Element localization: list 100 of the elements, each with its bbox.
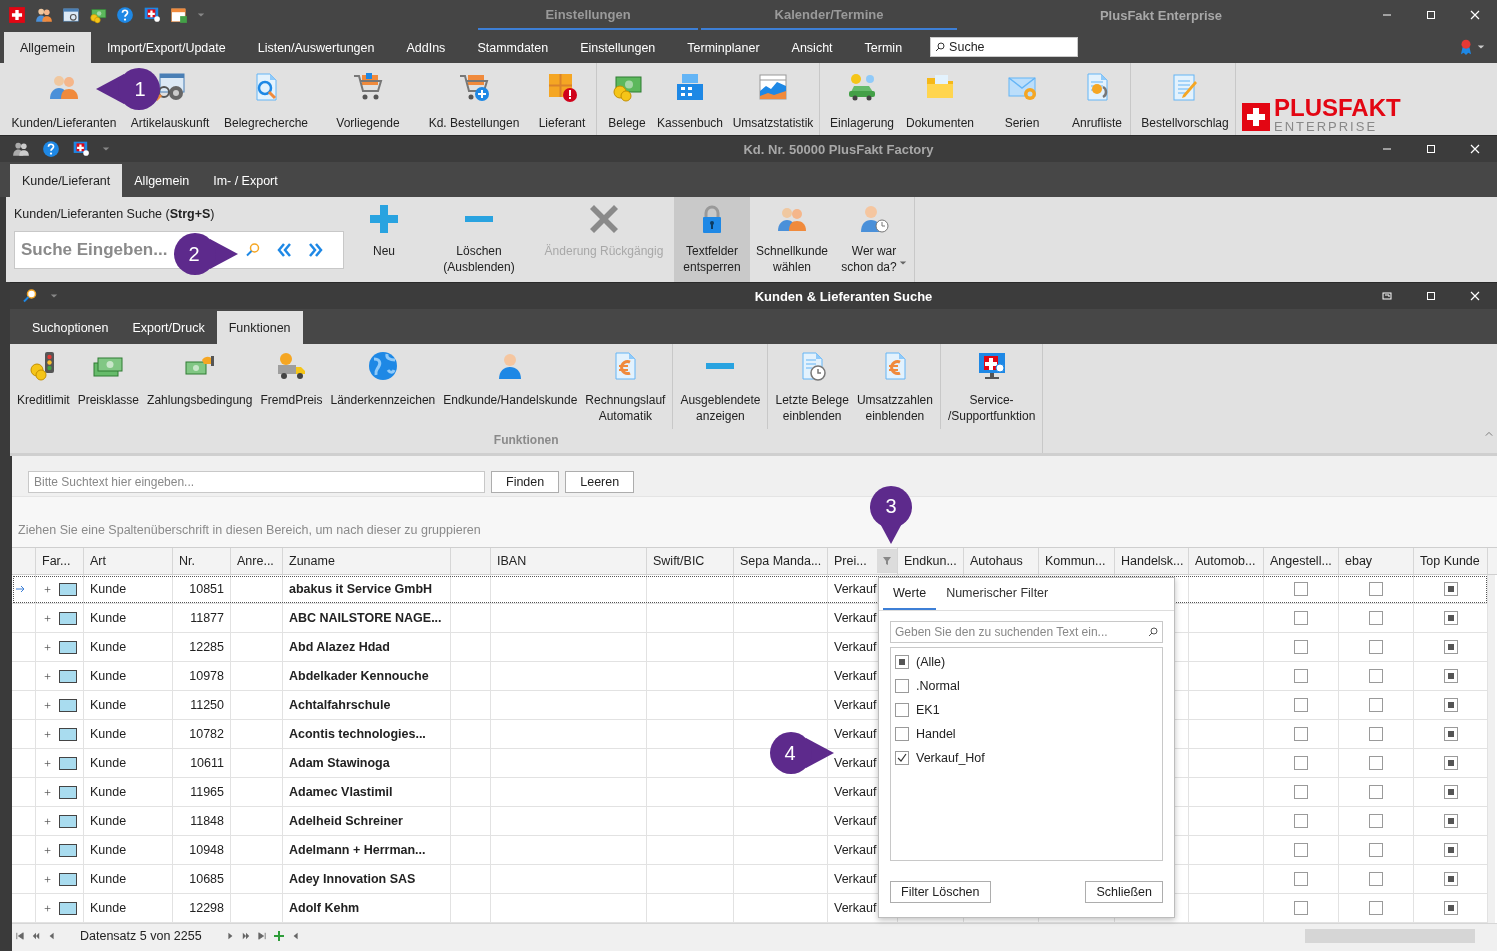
ribbon-button[interactable]: Service- /Supportfunktion [943,344,1040,429]
checkbox[interactable] [1369,669,1383,683]
column-header[interactable]: Autohaus [964,548,1039,574]
ribbon-button[interactable]: Umsatzstatistik [727,63,819,135]
ribbon-button[interactable]: Serien [980,63,1064,135]
ribbon-button[interactable]: Schnellkunde wählen [750,197,834,282]
tab[interactable]: Export/Druck [120,311,217,344]
ribbon-button[interactable]: Kreditlimit [13,344,74,429]
checkbox[interactable] [1443,698,1458,712]
ribbon-button[interactable]: Wer war schon da? [834,197,914,282]
tab[interactable]: Werte [883,578,937,610]
checkbox[interactable] [895,703,909,717]
checkbox[interactable] [1294,901,1308,915]
tab[interactable]: Listen/Auswertungen [241,32,391,63]
column-header[interactable]: Nr. [173,548,231,574]
checkbox[interactable] [1294,640,1308,654]
checkbox[interactable] [1294,843,1308,857]
button[interactable]: Filter Löschen [890,881,991,903]
tab[interactable]: Suchoptionen [20,311,121,344]
checkbox[interactable] [1369,843,1383,857]
checkbox[interactable] [1443,872,1458,886]
checkbox[interactable] [895,655,909,669]
column-header[interactable]: ebay [1339,548,1414,574]
checkbox[interactable] [1443,814,1458,828]
checkbox[interactable] [1369,756,1383,770]
checkbox[interactable] [1443,785,1458,799]
tab[interactable]: Termin [848,32,919,63]
ribbon-button[interactable]: Neu [344,197,424,282]
ribbon-button[interactable]: Preisklasse [73,344,144,429]
ribbon-button[interactable]: Zahlungsbedingung [143,344,257,429]
ribbon-button[interactable]: Lieferant [528,63,596,135]
ribbon-button[interactable]: Bestellvorschlag [1135,63,1235,135]
ribbon-button[interactable]: Belegrecherche [216,63,316,135]
checkbox[interactable] [1443,756,1458,770]
search-field[interactable]: Suche [930,36,1079,57]
ribbon-button[interactable]: Vorliegende [316,63,420,135]
ribbon-button[interactable]: Endkunde/Handelskunde [439,344,582,429]
checkbox[interactable] [1294,756,1308,770]
tab[interactable]: Import/Export/Update [90,32,242,63]
checkbox[interactable] [895,727,909,741]
tab[interactable]: Kunde/Lieferant [10,164,123,197]
checkbox[interactable] [1369,901,1383,915]
checkbox[interactable] [895,679,909,693]
checkbox[interactable] [1369,611,1383,625]
ribbon-button[interactable]: FremdPreis [256,344,327,429]
column-header[interactable]: Anre... [231,548,283,574]
checkbox[interactable] [1369,582,1383,596]
checkbox[interactable] [1443,611,1458,625]
filter-button[interactable] [877,549,897,573]
button[interactable]: Schließen [1085,881,1163,903]
search-field[interactable]: Bitte Suchtext hier eingeben... [28,471,485,493]
column-header[interactable]: Top Kunde [1414,548,1488,574]
checkbox[interactable] [1369,727,1383,741]
checkbox[interactable] [1294,669,1308,683]
checkbox[interactable] [1443,901,1458,915]
ribbon-button[interactable]: Löschen (Ausblenden) [424,197,534,282]
column-header[interactable]: Handelsk... [1115,548,1189,574]
checkbox[interactable] [1294,698,1308,712]
tab[interactable]: Im- / Export [201,164,290,197]
column-header[interactable]: IBAN [491,548,647,574]
checkbox[interactable] [1369,814,1383,828]
tab[interactable]: Terminplaner [671,32,776,63]
checkbox[interactable] [1294,814,1308,828]
ribbon-button[interactable]: Letzte Belege einblenden [771,344,853,429]
checkbox[interactable] [1294,611,1308,625]
ribbon-button[interactable]: Umsatzzahlen einblenden [852,344,937,429]
checkbox[interactable] [1369,640,1383,654]
checkbox[interactable] [1443,727,1458,741]
checkbox[interactable] [1443,640,1458,654]
button[interactable]: Finden [491,471,560,493]
checkbox[interactable] [1369,698,1383,712]
ribbon-button[interactable]: Anrufliste [1064,63,1130,135]
tab[interactable]: Einstellungen [564,32,672,63]
column-header[interactable]: Sepa Manda... [734,548,828,574]
checkbox[interactable] [1443,843,1458,857]
ribbon-button[interactable]: Dokumenten [900,63,980,135]
tab[interactable]: Ansicht [775,32,849,63]
column-header[interactable]: Angestell... [1264,548,1339,574]
ribbon-button[interactable]: Rechnungslauf Automatik [581,344,670,429]
tab[interactable]: Allgemein [4,32,91,63]
column-header[interactable]: Endkun... [898,548,964,574]
search-field[interactable]: Geben Sie den zu suchenden Text ein... [890,621,1163,643]
ribbon-button[interactable]: Einlagerung [824,63,900,135]
tab[interactable]: Stammdaten [461,32,565,63]
ribbon-button[interactable]: Ausgeblendete anzeigen [676,344,765,429]
column-header[interactable]: Swift/BIC [647,548,734,574]
checkbox[interactable] [1294,785,1308,799]
ribbon-button[interactable]: Länderkennzeichen [326,344,440,429]
checkbox[interactable] [1443,582,1458,596]
column-header[interactable]: Kommun... [1039,548,1115,574]
checkbox[interactable] [1294,582,1308,596]
column-header[interactable]: Art [84,548,173,574]
tab[interactable]: Funktionen [216,311,303,344]
tab[interactable]: AddIns [390,32,462,63]
tab[interactable]: Allgemein [122,164,202,197]
checkbox[interactable] [1294,872,1308,886]
column-header[interactable]: Far... [36,548,84,574]
column-header[interactable]: Prei... [828,548,898,574]
checkbox[interactable] [1294,727,1308,741]
checkbox[interactable] [1443,669,1458,683]
